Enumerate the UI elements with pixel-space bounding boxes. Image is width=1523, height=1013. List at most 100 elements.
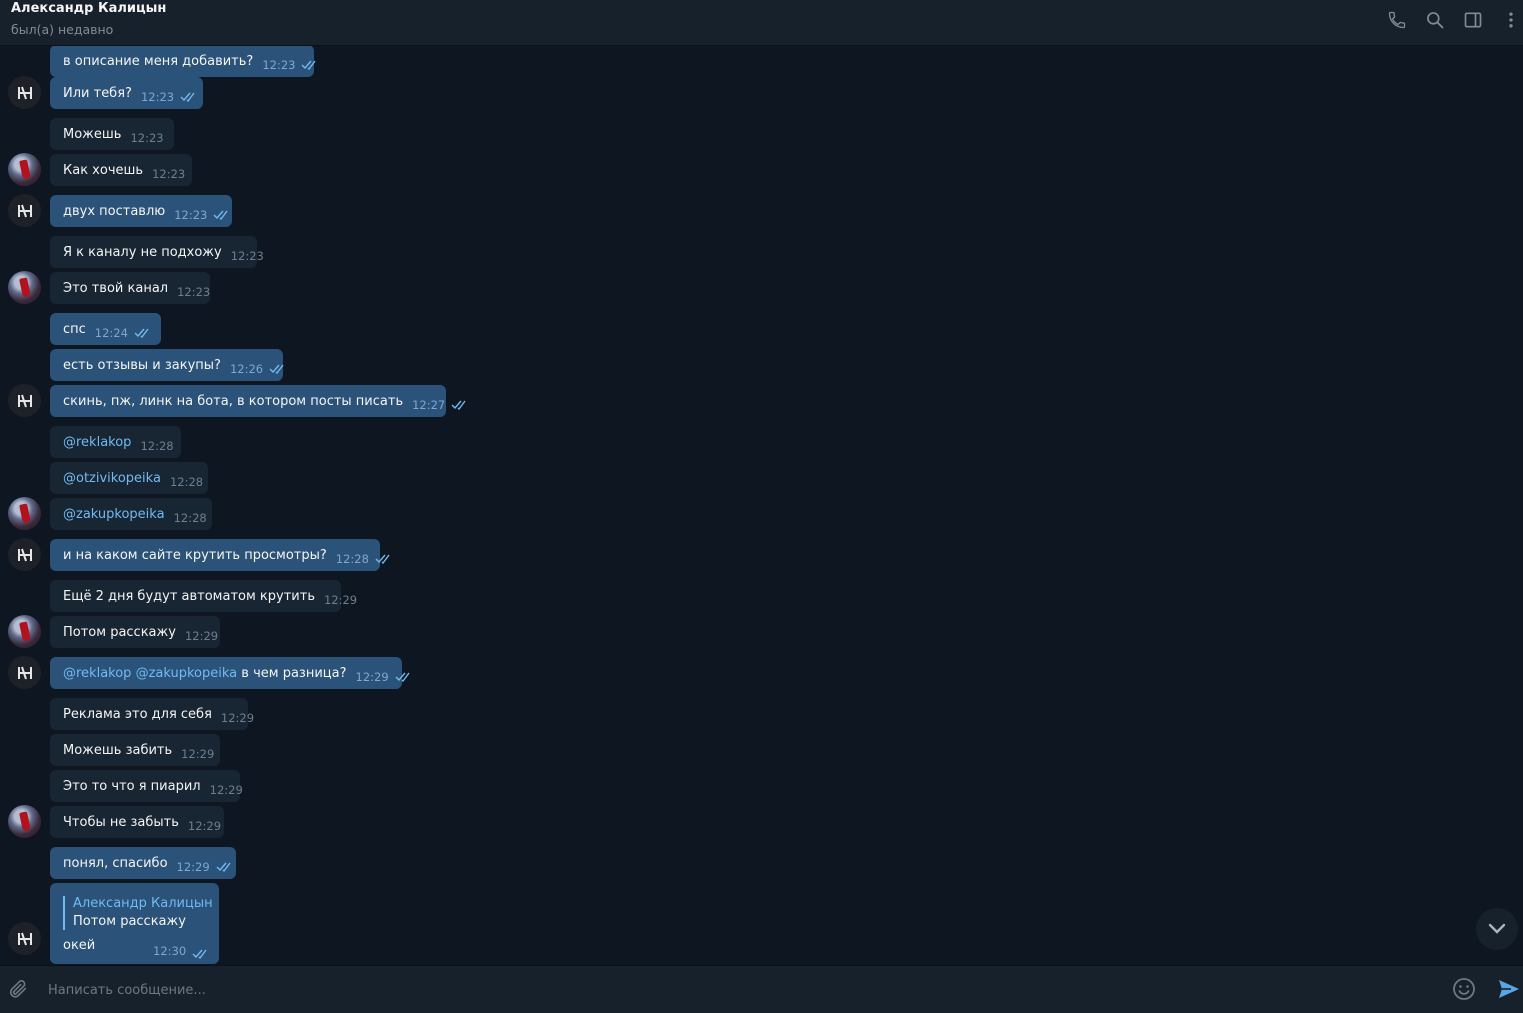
message-time: 12:28 xyxy=(169,475,204,489)
emoji-icon[interactable] xyxy=(1451,976,1477,1002)
message-bubble-incoming[interactable]: Реклама это для себя 12:29 xyxy=(50,698,254,730)
avatar-self[interactable] xyxy=(8,194,41,227)
message-time: 12:29 xyxy=(184,629,219,643)
message-time: 12:29 xyxy=(323,593,358,607)
reply-quote-bar xyxy=(63,896,65,930)
message-bubble-outgoing[interactable]: и на каком сайте крутить просмотры? 12:28 xyxy=(50,539,390,571)
message-text: Можешь забить xyxy=(63,743,173,758)
message-input[interactable] xyxy=(46,974,1430,1006)
send-icon[interactable] xyxy=(1495,976,1523,1002)
message-bubble-incoming[interactable]: @otzivikopeika 12:28 xyxy=(50,462,208,494)
message-time: 12:29 xyxy=(181,747,215,761)
message-time: 12:29 xyxy=(209,783,243,797)
double-check-icon xyxy=(134,319,152,351)
mention-link[interactable]: @zakupkopeika xyxy=(136,666,238,681)
message-time: 12:29 xyxy=(220,711,255,725)
message-bubble-incoming[interactable]: Можешь 12:23 xyxy=(50,118,174,150)
phone-icon[interactable] xyxy=(1385,8,1409,32)
more-vertical-icon[interactable] xyxy=(1499,8,1523,32)
message-text: Это то что я пиарил xyxy=(63,779,201,794)
message-text: в чем разница? xyxy=(241,666,347,681)
reply-quoted-name[interactable]: Александр Калицын xyxy=(73,896,213,911)
avatar-self[interactable] xyxy=(8,656,41,689)
mention-link[interactable]: @reklakop xyxy=(63,435,131,450)
mention-link[interactable]: @otzivikopeika xyxy=(63,471,161,486)
contact-status: был(а) недавно xyxy=(11,22,114,37)
message-time: 12:23 xyxy=(174,208,208,222)
message-time: 12:29 xyxy=(355,670,389,684)
message-time: 12:28 xyxy=(335,552,369,566)
avatar-self[interactable] xyxy=(8,538,41,571)
message-time: 12:28 xyxy=(173,511,207,525)
message-time: 12:23 xyxy=(177,285,211,299)
message-text: Чтобы не забыть xyxy=(63,815,179,830)
avatar-contact[interactable] xyxy=(8,153,41,186)
message-bubble-outgoing[interactable]: есть отзывы и закупы? 12:26 xyxy=(50,349,284,381)
avatar-contact[interactable] xyxy=(8,615,41,648)
paperclip-icon[interactable] xyxy=(6,977,30,1001)
double-check-icon xyxy=(301,51,319,83)
message-text: в описание меня добавить? xyxy=(63,54,254,69)
message-bubble-incoming[interactable]: Можешь забить 12:29 xyxy=(50,734,220,766)
message-bubble-incoming[interactable]: Как хочешь 12:23 xyxy=(50,154,192,186)
message-bubble-outgoing[interactable]: двух поставлю 12:23 xyxy=(50,195,232,227)
search-icon[interactable] xyxy=(1423,8,1447,32)
message-time: 12:27 xyxy=(412,398,446,412)
message-bubble-incoming[interactable]: @reklakop 12:28 xyxy=(50,426,181,458)
avatar-self[interactable] xyxy=(8,922,41,955)
message-time: 12:26 xyxy=(229,362,264,376)
double-check-icon xyxy=(451,391,469,423)
message-bubble-incoming[interactable]: Ещё 2 дня будут автоматом крутить 12:29 xyxy=(50,580,357,612)
avatar-self[interactable] xyxy=(8,76,41,109)
double-check-icon xyxy=(395,663,413,695)
mention-link[interactable]: @zakupkopeika xyxy=(63,507,165,522)
message-bubble-incoming[interactable]: @zakupkopeika 12:28 xyxy=(50,498,212,530)
double-check-icon xyxy=(192,944,210,963)
message-time: 12:23 xyxy=(130,131,164,145)
message-time: 12:28 xyxy=(140,439,174,453)
message-text: Реклама это для себя xyxy=(63,707,212,722)
sidebar-toggle-icon[interactable] xyxy=(1461,8,1485,32)
mention-link[interactable]: @reklakop xyxy=(63,666,131,681)
message-bubble-outgoing[interactable]: в описание меня добавить? 12:23 xyxy=(50,46,317,77)
avatar-self[interactable] xyxy=(8,384,41,417)
message-text: Я к каналу не подхожу xyxy=(63,245,222,260)
message-text: Потом расскажу xyxy=(63,625,176,640)
reply-quoted-text[interactable]: Потом расскажу xyxy=(73,914,186,929)
message-composer xyxy=(0,965,1523,1013)
message-text: Можешь xyxy=(63,127,122,142)
message-text: скинь, пж, линк на бота, в котором посты… xyxy=(63,394,404,409)
message-bubble-outgoing[interactable]: скинь, пж, линк на бота, в котором посты… xyxy=(50,385,466,417)
avatar-contact[interactable] xyxy=(8,497,41,530)
message-text: есть отзывы и закупы? xyxy=(63,358,221,373)
message-time: 12:29 xyxy=(187,819,222,833)
message-text: и на каком сайте крутить просмотры? xyxy=(63,548,327,563)
message-time: 12:30 xyxy=(153,944,187,958)
message-bubble-outgoing[interactable]: спс 12:24 xyxy=(50,313,161,345)
chevron-down-icon xyxy=(1488,920,1506,939)
message-bubble-incoming[interactable]: Чтобы не забыть 12:29 xyxy=(50,806,224,838)
message-bubble-incoming[interactable]: Это то что я пиарил 12:29 xyxy=(50,770,243,802)
message-bubble-outgoing[interactable]: понял, спасибо 12:29 xyxy=(50,847,236,879)
message-bubble-incoming[interactable]: Я к каналу не подхожу 12:23 xyxy=(50,236,264,268)
message-list[interactable]: в описание меня добавить? 12:23 Или тебя?… xyxy=(0,46,1523,966)
message-bubble-outgoing[interactable]: @reklakop @zakupkopeika в чем разница? 12… xyxy=(50,657,410,689)
message-bubble-incoming[interactable]: Потом расскажу 12:29 xyxy=(50,616,220,648)
message-time: 12:29 xyxy=(176,860,210,874)
double-check-icon xyxy=(180,83,198,115)
chat-header: Александр Калицын был(а) недавно xyxy=(0,0,1523,46)
message-bubble-outgoing[interactable]: Или тебя? 12:23 xyxy=(50,77,203,109)
contact-name[interactable]: Александр Калицын xyxy=(11,1,166,16)
message-text: окей xyxy=(63,938,96,953)
double-check-icon xyxy=(216,853,234,885)
message-time: 12:23 xyxy=(230,249,264,263)
avatar-contact[interactable] xyxy=(8,805,41,838)
message-bubble-reply[interactable]: Александр Калицын Потом расскажу окей 12… xyxy=(50,883,219,964)
message-text: Как хочешь xyxy=(63,163,144,178)
scroll-to-bottom-button[interactable] xyxy=(1476,908,1518,950)
message-text: понял, спасибо xyxy=(63,856,168,871)
avatar-contact[interactable] xyxy=(8,271,41,304)
message-time: 12:23 xyxy=(152,167,186,181)
message-text: спс xyxy=(63,322,86,337)
message-bubble-incoming[interactable]: Это твой канал 12:23 xyxy=(50,272,210,304)
